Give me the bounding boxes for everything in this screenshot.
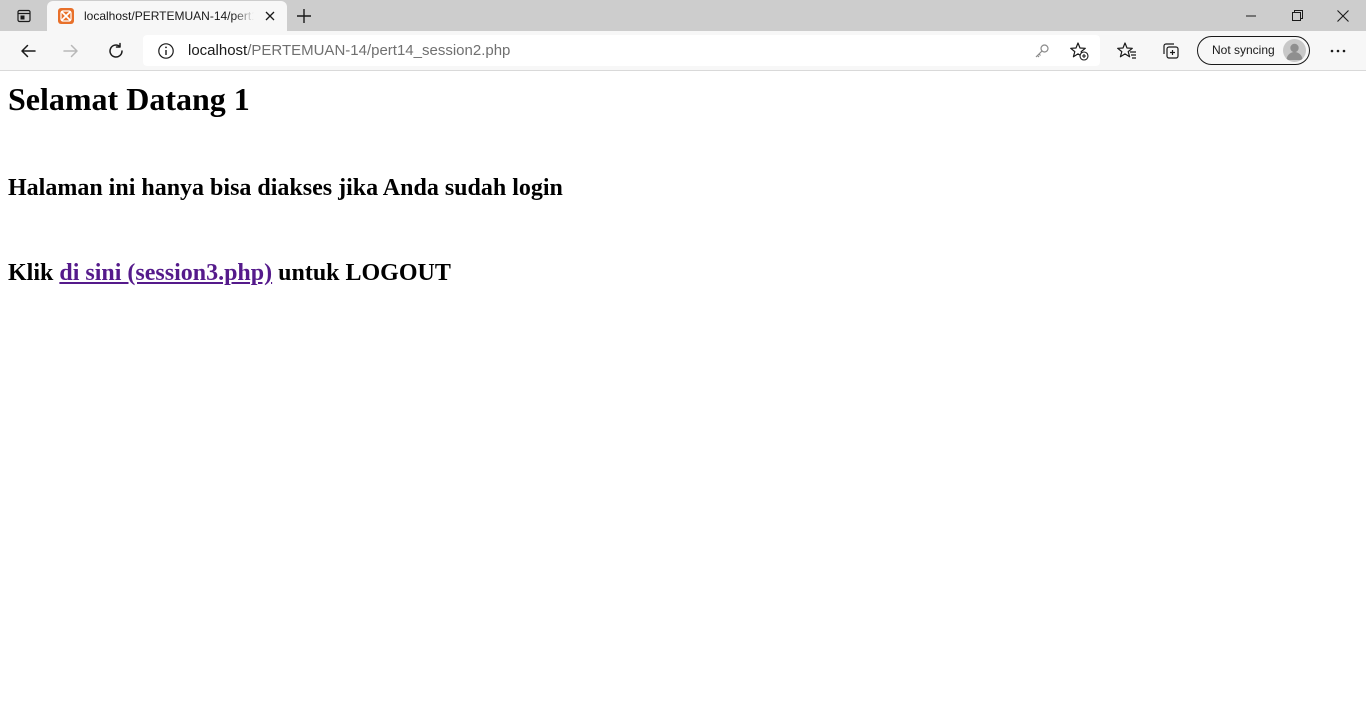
restore-button[interactable] xyxy=(1274,0,1320,31)
settings-menu-button[interactable] xyxy=(1322,35,1354,67)
browser-toolbar: localhost/PERTEMUAN-14/pert14_session2.p… xyxy=(0,31,1366,71)
new-tab-button[interactable] xyxy=(292,4,316,28)
tab-title: localhost/PERTEMUAN-14/pert14_session2.p… xyxy=(84,9,254,23)
refresh-button[interactable] xyxy=(100,35,132,67)
profile-label: Not syncing xyxy=(1212,43,1275,57)
tab-actions-button[interactable] xyxy=(8,3,40,29)
refresh-icon xyxy=(109,42,123,58)
url-host: localhost xyxy=(188,42,248,59)
user-icon xyxy=(1286,43,1303,60)
info-icon[interactable] xyxy=(157,42,175,60)
url-path: /PERTEMUAN-14/pert14_session2.php xyxy=(247,42,511,59)
tab-actions-icon xyxy=(17,9,31,23)
forward-arrow-icon xyxy=(63,44,78,58)
close-icon xyxy=(1337,9,1349,22)
favorites-icon xyxy=(1117,42,1136,59)
logout-instruction: Klik di sini (session3.php) untuk LOGOUT xyxy=(8,259,451,287)
url-text[interactable]: localhost/PERTEMUAN-14/pert14_session2.p… xyxy=(188,42,510,60)
back-button[interactable] xyxy=(12,35,44,67)
access-notice: Halaman ini hanya bisa diakses jika Anda… xyxy=(8,175,563,201)
logout-suffix: untuk LOGOUT xyxy=(278,260,451,286)
favorites-button[interactable] xyxy=(1111,35,1143,67)
minimize-button[interactable] xyxy=(1228,0,1274,31)
star-plus-icon xyxy=(1070,42,1089,61)
page-content: Selamat Datang 1 Halaman ini hanya bisa … xyxy=(0,71,1366,728)
restore-icon xyxy=(1291,10,1303,21)
active-tab[interactable]: localhost/PERTEMUAN-14/pert14_session2.p… xyxy=(47,1,287,31)
logout-link[interactable]: di sini (session3.php) xyxy=(59,260,272,286)
add-favorite-button[interactable] xyxy=(1068,40,1090,62)
back-arrow-icon xyxy=(21,44,36,58)
page-title: Selamat Datang 1 xyxy=(8,81,250,117)
key-icon xyxy=(1035,44,1049,58)
profile-button[interactable]: Not syncing xyxy=(1197,36,1310,65)
plus-icon xyxy=(297,9,311,23)
logout-prefix: Klik xyxy=(8,260,54,286)
tab-strip: localhost/PERTEMUAN-14/pert14_session2.p… xyxy=(0,0,1366,31)
collections-icon xyxy=(1163,43,1179,59)
password-key-button[interactable] xyxy=(1031,40,1053,62)
close-window-button[interactable] xyxy=(1320,0,1366,31)
address-bar[interactable]: localhost/PERTEMUAN-14/pert14_session2.p… xyxy=(143,35,1100,66)
minimize-icon xyxy=(1246,15,1256,16)
forward-button[interactable] xyxy=(55,35,87,67)
close-icon xyxy=(265,11,275,21)
collections-button[interactable] xyxy=(1155,35,1187,67)
avatar xyxy=(1283,39,1306,62)
close-tab-button[interactable] xyxy=(261,7,279,25)
more-icon xyxy=(1330,49,1346,53)
xampp-icon xyxy=(58,8,74,24)
